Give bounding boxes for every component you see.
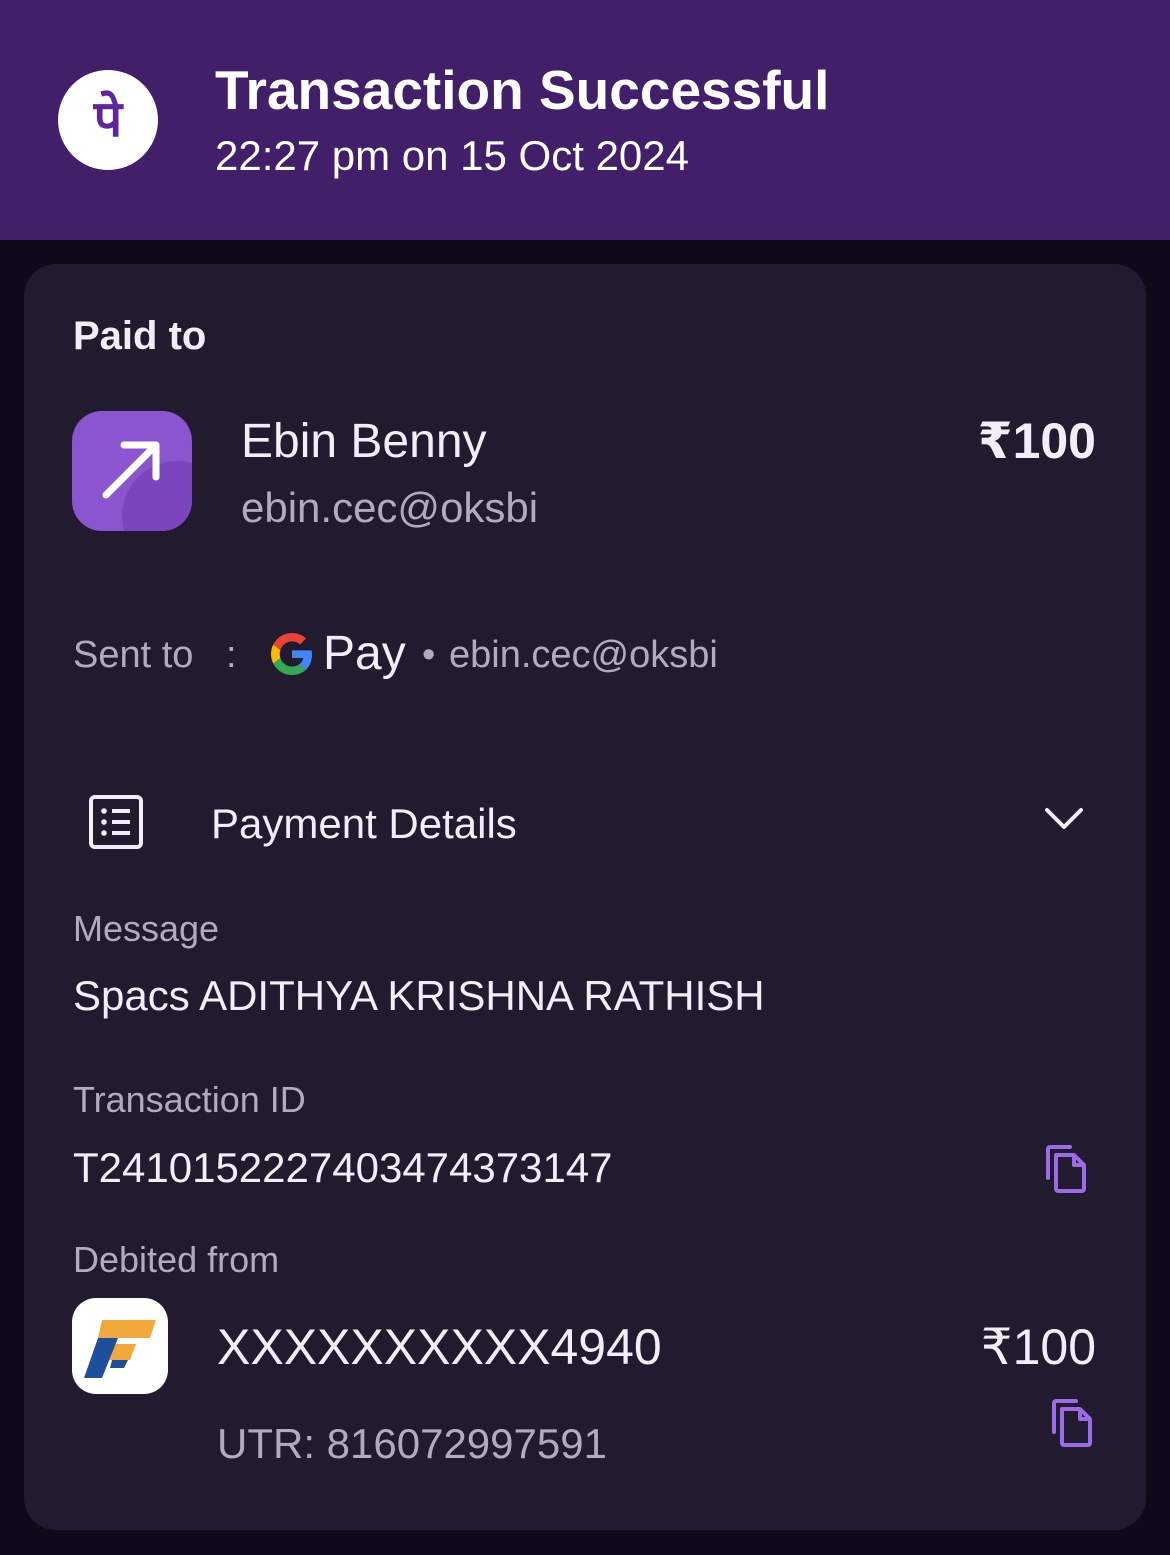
copy-icon[interactable]	[1042, 1144, 1088, 1194]
transaction-card: Paid to Ebin Benny ebin.cec@oksbi ₹100 S…	[24, 264, 1146, 1530]
message-label: Message	[73, 908, 220, 949]
payee-name: Ebin Benny	[241, 415, 487, 468]
app-header: पे Transaction Successful 22:27 pm on 15…	[0, 0, 1170, 240]
gpay-label: Pay	[323, 627, 406, 680]
debited-from-label: Debited from	[73, 1239, 280, 1280]
account-number: XXXXXXXXXX4940	[217, 1319, 662, 1375]
list-icon	[89, 795, 143, 849]
chevron-down-icon[interactable]	[1044, 806, 1084, 832]
utr-number: UTR: 816072997591	[217, 1420, 607, 1467]
paid-amount: ₹100	[977, 413, 1096, 469]
message-value: Spacs ADITHYA KRISHNA RATHISH	[73, 972, 765, 1019]
phonepe-logo-icon: पे	[58, 70, 158, 170]
copy-icon[interactable]	[1048, 1398, 1094, 1448]
debited-amount: ₹100	[980, 1319, 1096, 1375]
payment-details-toggle[interactable]: Payment Details	[64, 774, 1114, 874]
paid-to-label: Paid to	[73, 314, 207, 358]
transaction-id-value: T2410152227403474373147	[73, 1144, 613, 1191]
recipient-upi-id: ebin.cec@oksbi	[449, 634, 718, 676]
sent-to-label: Sent to	[73, 634, 194, 676]
svg-text:पे: पे	[93, 90, 124, 148]
sent-to-separator: :	[226, 634, 237, 676]
transaction-id-label: Transaction ID	[73, 1079, 306, 1120]
page-title: Transaction Successful	[215, 59, 830, 121]
payment-details-label: Payment Details	[211, 800, 517, 847]
google-g-icon	[271, 633, 312, 675]
federal-bank-logo	[72, 1298, 168, 1394]
transaction-timestamp: 22:27 pm on 15 Oct 2024	[215, 132, 689, 179]
payee-upi-id: ebin.cec@oksbi	[241, 484, 539, 531]
arrow-up-right-icon	[72, 411, 192, 531]
separator-dot: •	[422, 634, 436, 676]
